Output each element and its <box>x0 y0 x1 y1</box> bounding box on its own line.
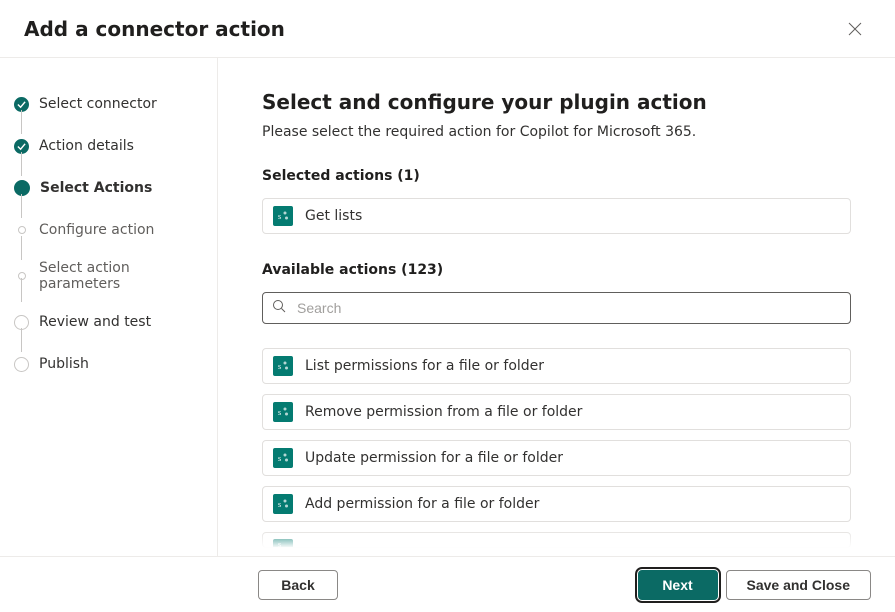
step-label: Publish <box>39 356 89 372</box>
step-select-actions[interactable]: Select Actions <box>14 176 205 200</box>
step-label: Configure action <box>39 222 154 238</box>
page-description: Please select the required action for Co… <box>262 124 851 140</box>
current-step-icon <box>14 180 30 196</box>
dialog-body: Select connector Action details Select A… <box>0 58 895 556</box>
svg-text:s: s <box>278 212 281 221</box>
action-title: Add permission for a file or folder <box>305 496 539 512</box>
sharepoint-icon: s <box>273 494 293 514</box>
available-action-card[interactable]: s Remove permission from a file or folde… <box>262 394 851 430</box>
action-title: Remove permission from a file or folder <box>305 404 582 420</box>
checkmark-icon <box>14 97 29 112</box>
svg-text:s: s <box>278 408 281 417</box>
available-action-card[interactable]: s Update permission for a file or folder <box>262 440 851 476</box>
wizard-sidebar: Select connector Action details Select A… <box>0 58 218 556</box>
action-title: Get lists <box>305 208 362 224</box>
step-label: Review and test <box>39 314 151 330</box>
step-select-action-parameters[interactable]: Select action parameters <box>14 260 205 292</box>
sharepoint-icon: s <box>273 448 293 468</box>
action-title: List permissions for a file or folder <box>305 358 544 374</box>
substep-icon <box>18 226 26 234</box>
sharepoint-icon: s <box>273 539 293 549</box>
step-label: Select Actions <box>40 180 152 196</box>
selected-action-card[interactable]: s Get lists <box>262 198 851 234</box>
selected-actions-label: Selected actions (1) <box>262 168 851 184</box>
available-actions-label: Available actions (123) <box>262 262 851 278</box>
dialog-footer: Back Next Save and Close <box>0 556 895 612</box>
substep-icon <box>18 272 26 280</box>
svg-text:s: s <box>278 540 281 549</box>
sharepoint-icon: s <box>273 402 293 422</box>
dialog-header: Add a connector action <box>0 0 895 58</box>
close-button[interactable] <box>839 13 871 45</box>
close-icon <box>848 22 862 36</box>
page-heading: Select and configure your plugin action <box>262 90 851 114</box>
wizard-steps: Select connector Action details Select A… <box>14 92 205 376</box>
main-panel: Select and configure your plugin action … <box>218 58 895 556</box>
next-button[interactable]: Next <box>638 570 718 600</box>
sharepoint-icon: s <box>273 356 293 376</box>
step-select-connector[interactable]: Select connector <box>14 92 205 116</box>
future-step-icon <box>14 357 29 372</box>
available-actions-list: s List permissions for a file or folder … <box>262 348 851 548</box>
available-action-card[interactable]: s Add permission for a file or folder <box>262 486 851 522</box>
search-wrap <box>262 292 851 324</box>
step-action-details[interactable]: Action details <box>14 134 205 158</box>
search-input[interactable] <box>262 292 851 324</box>
step-label: Action details <box>39 138 134 154</box>
search-icon <box>272 299 286 317</box>
step-label: Select connector <box>39 96 157 112</box>
step-review-and-test[interactable]: Review and test <box>14 310 205 334</box>
available-action-card-partial[interactable]: s <box>262 532 851 548</box>
available-action-card[interactable]: s List permissions for a file or folder <box>262 348 851 384</box>
future-step-icon <box>14 315 29 330</box>
sharepoint-icon: s <box>273 206 293 226</box>
step-label: Select action parameters <box>39 260 205 292</box>
svg-text:s: s <box>278 362 281 371</box>
back-button[interactable]: Back <box>258 570 338 600</box>
svg-text:s: s <box>278 454 281 463</box>
save-and-close-button[interactable]: Save and Close <box>726 570 872 600</box>
action-title: Update permission for a file or folder <box>305 450 563 466</box>
svg-text:s: s <box>278 500 281 509</box>
step-configure-action[interactable]: Configure action <box>14 218 205 242</box>
dialog-title: Add a connector action <box>24 17 285 41</box>
step-publish[interactable]: Publish <box>14 352 205 376</box>
checkmark-icon <box>14 139 29 154</box>
